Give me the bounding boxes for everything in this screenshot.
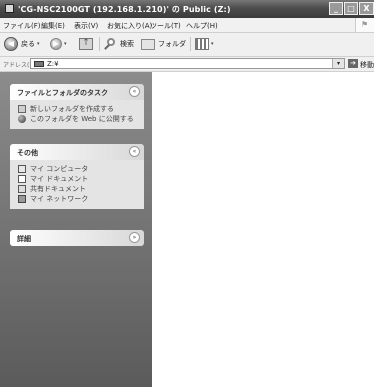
go-arrow-icon[interactable]: ➔ bbox=[348, 59, 358, 68]
windows-flag-icon: ⚑ bbox=[361, 20, 369, 29]
shared-documents-icon bbox=[18, 185, 26, 193]
search-icon bbox=[104, 37, 117, 51]
other-places-panel: その他 « マイ コンピュータ マイ ドキュメント 共有ドキュメント マイ ネッ… bbox=[10, 144, 144, 209]
panel-body: マイ コンピュータ マイ ドキュメント 共有ドキュメント マイ ネットワーク bbox=[10, 160, 144, 209]
task-new-folder[interactable]: 新しいフォルダを作成する bbox=[10, 104, 144, 114]
place-my-computer[interactable]: マイ コンピュータ bbox=[10, 164, 144, 174]
task-pane: ファイルとフォルダのタスク « 新しいフォルダを作成する このフォルダを Web… bbox=[0, 72, 152, 387]
folder-up-icon: ↑ bbox=[79, 38, 93, 50]
minimize-button[interactable]: _ bbox=[329, 2, 343, 15]
panel-header[interactable]: ファイルとフォルダのタスク « bbox=[10, 84, 144, 100]
panel-title: 詳細 bbox=[17, 235, 31, 243]
close-button[interactable]: X bbox=[359, 2, 374, 15]
place-label: マイ コンピュータ bbox=[30, 165, 89, 173]
panel-header[interactable]: その他 « bbox=[10, 144, 144, 160]
details-panel: 詳細 » bbox=[10, 230, 144, 246]
menu-help[interactable]: ヘルプ(H) bbox=[186, 21, 218, 31]
menu-tools[interactable]: ツール(T) bbox=[150, 21, 181, 31]
up-button[interactable]: ↑ bbox=[79, 36, 93, 52]
views-icon bbox=[195, 38, 209, 50]
address-value: Z:¥ bbox=[47, 60, 59, 68]
computer-icon bbox=[18, 165, 26, 173]
forward-dropdown-icon[interactable]: ▾ bbox=[64, 41, 67, 47]
collapse-icon[interactable]: « bbox=[129, 146, 140, 157]
views-dropdown-icon[interactable]: ▾ bbox=[211, 41, 214, 47]
toolbar: ◀ 戻る ▾ ▶ ▾ ↑ 検索 フォルダ ▾ bbox=[0, 33, 374, 57]
address-input[interactable]: Z:¥ ▾ bbox=[30, 58, 345, 69]
drive-icon bbox=[5, 4, 14, 13]
network-drive-icon bbox=[34, 61, 44, 67]
place-label: マイ ネットワーク bbox=[30, 195, 89, 203]
panel-title: ファイルとフォルダのタスク bbox=[17, 89, 108, 97]
place-shared-documents[interactable]: 共有ドキュメント bbox=[10, 184, 144, 194]
menu-bar: ファイル(F) 編集(E) 表示(V) お気に入り(A) ツール(T) ヘルプ(… bbox=[0, 18, 374, 33]
go-button[interactable]: 移動 bbox=[360, 60, 374, 70]
place-label: マイ ドキュメント bbox=[30, 175, 89, 183]
folders-button[interactable]: フォルダ bbox=[141, 36, 186, 52]
address-bar: アドレス(D) Z:¥ ▾ ➔ 移動 bbox=[0, 57, 374, 72]
panel-title: その他 bbox=[17, 149, 38, 157]
folders-label: フォルダ bbox=[158, 40, 186, 48]
documents-icon bbox=[18, 175, 26, 183]
forward-arrow-icon: ▶ bbox=[50, 38, 62, 50]
web-publish-icon bbox=[18, 115, 26, 123]
back-arrow-icon: ◀ bbox=[4, 37, 18, 51]
back-button[interactable]: ◀ 戻る ▾ bbox=[4, 36, 40, 52]
toolbar-separator bbox=[190, 37, 191, 51]
file-list-area[interactable] bbox=[152, 72, 374, 387]
windows-logo: ⚑ bbox=[355, 18, 374, 32]
search-label: 検索 bbox=[120, 40, 134, 48]
menu-view[interactable]: 表示(V) bbox=[74, 21, 98, 31]
views-button[interactable]: ▾ bbox=[195, 36, 214, 52]
file-folder-tasks-panel: ファイルとフォルダのタスク « 新しいフォルダを作成する このフォルダを Web… bbox=[10, 84, 144, 129]
task-label: このフォルダを Web に公開する bbox=[30, 115, 134, 123]
back-dropdown-icon[interactable]: ▾ bbox=[37, 41, 40, 47]
back-label: 戻る bbox=[21, 40, 35, 48]
collapse-icon[interactable]: « bbox=[129, 86, 140, 97]
new-folder-icon bbox=[18, 105, 26, 113]
folders-icon bbox=[141, 38, 155, 50]
place-label: 共有ドキュメント bbox=[30, 185, 86, 193]
task-label: 新しいフォルダを作成する bbox=[30, 105, 114, 113]
panel-header[interactable]: 詳細 » bbox=[10, 230, 144, 246]
address-dropdown-icon[interactable]: ▾ bbox=[332, 59, 344, 68]
title-bar[interactable]: 'CG-NSC2100GT (192.168.1.210)' の Public … bbox=[0, 0, 374, 18]
maximize-button[interactable]: □ bbox=[344, 2, 358, 15]
menu-favorites[interactable]: お気に入り(A) bbox=[107, 21, 152, 31]
forward-button[interactable]: ▶ ▾ bbox=[50, 36, 67, 52]
task-publish-web[interactable]: このフォルダを Web に公開する bbox=[10, 114, 144, 124]
place-my-network[interactable]: マイ ネットワーク bbox=[10, 194, 144, 204]
explorer-window: 'CG-NSC2100GT (192.168.1.210)' の Public … bbox=[0, 0, 374, 387]
menu-edit[interactable]: 編集(E) bbox=[41, 21, 65, 31]
place-my-documents[interactable]: マイ ドキュメント bbox=[10, 174, 144, 184]
window-title: 'CG-NSC2100GT (192.168.1.210)' の Public … bbox=[18, 5, 231, 14]
toolbar-separator bbox=[99, 37, 100, 51]
menu-file[interactable]: ファイル(F) bbox=[3, 21, 41, 31]
search-button[interactable]: 検索 bbox=[104, 36, 134, 52]
panel-body: 新しいフォルダを作成する このフォルダを Web に公開する bbox=[10, 100, 144, 129]
expand-icon[interactable]: » bbox=[129, 232, 140, 243]
network-icon bbox=[18, 195, 26, 203]
